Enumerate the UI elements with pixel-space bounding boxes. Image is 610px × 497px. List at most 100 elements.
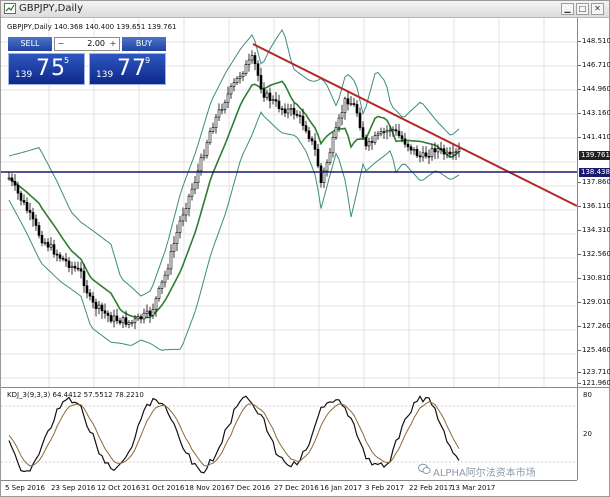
candle-body [28,210,32,213]
price-label: 121.960 [578,379,610,387]
candle-body [187,195,191,209]
price-label: 134.310 [578,226,610,234]
title-bar: GBPJPY,Daily ▁ □ ✕ [1,1,609,18]
price-axis: 148.510 146.710 144.960 143.160 141.410 … [577,18,610,387]
minimize-button[interactable]: ▁ [561,3,574,15]
lot-increase-button[interactable]: + [108,38,118,50]
candle-body [130,322,134,324]
candle-body [388,129,392,132]
bollinger-lower-band [8,111,460,351]
candle-body [358,112,362,128]
candle-body [205,142,209,156]
time-label: 3 Feb 2017 [365,484,405,492]
candle-body [403,138,407,145]
candle-body [184,208,188,216]
buy-quote[interactable]: 139 77 9 [89,53,166,85]
lot-decrease-button[interactable]: − [56,38,66,50]
candle-body [277,100,281,109]
candle-body [124,317,128,325]
candle-body [22,200,26,203]
time-label: 27 Dec 2016 [274,484,319,492]
candle-body [361,127,365,138]
candle-body [418,155,422,158]
candle-body [385,130,389,133]
candle-body [445,151,449,155]
candle-body [103,310,107,314]
candle-body [211,127,215,132]
candle-body [283,108,287,114]
candle-body [88,292,92,297]
candle-body [67,260,71,268]
candle-body [79,268,83,272]
lot-size-value[interactable]: 2.00 [69,38,105,50]
time-label: 7 Dec 2016 [230,484,271,492]
candle-body [274,99,278,102]
maximize-button[interactable]: □ [576,3,589,15]
sell-button[interactable]: SELL [8,37,52,51]
candle-body [340,112,344,119]
candle-body [370,141,374,143]
one-click-trading-panel: SELL − 2.00 + BUY 139 75 5 139 77 9 [8,37,166,85]
candle-body [157,288,161,299]
candle-body [310,138,314,142]
candle-body [151,309,155,316]
candle-body [82,270,86,287]
candle-body [73,265,77,269]
candle-body [223,102,227,110]
price-label: 130.810 [578,274,610,282]
candle-body [298,115,302,117]
sell-price-prefix: 139 [15,70,33,80]
candle-body [238,76,242,79]
candle-body [43,242,47,244]
candlesticks [7,50,461,330]
candle-body [163,274,167,283]
candle-body [145,310,149,314]
chart-window-icon [4,3,16,14]
candle-body [25,202,29,211]
sell-price-pips: 75 [36,56,66,81]
candle-body [331,137,335,154]
candle-body [133,318,137,323]
candle-body [19,192,23,201]
candle-body [421,152,425,158]
indicator-axis: 80 20 [577,388,610,480]
candle-body [52,244,56,255]
candle-body [367,141,371,147]
watermark-text: ALPHA阿尔法资本市场 [433,468,536,479]
buy-price-prefix: 139 [96,70,114,80]
candle-body [181,214,185,222]
candle-body [40,235,44,244]
candle-body [214,116,218,128]
buy-button[interactable]: BUY [122,37,166,51]
time-label: 31 Oct 2016 [141,484,185,492]
price-label: 148.510 [578,37,610,45]
candle-body [61,257,65,260]
candle-body [316,148,320,167]
candle-body [253,55,257,65]
wechat-icon [418,463,431,474]
lot-size-field[interactable]: − 2.00 + [54,37,120,51]
candle-body [346,98,350,105]
current-price-tag: 139.761 [579,151,610,160]
candle-body [391,129,395,132]
candle-body [160,281,164,289]
time-label: 16 Jan 2017 [320,484,362,492]
candle-body [355,104,359,114]
buy-price-pips: 77 [117,56,147,81]
time-label: 22 Feb 2017 [409,484,453,492]
candle-body [100,304,104,312]
candle-body [256,63,260,76]
time-label: 13 Mar 2017 [451,484,496,492]
candle-body [229,86,233,95]
candle-body [91,295,95,303]
candle-body [142,313,146,320]
resistance-trendline[interactable] [252,43,577,207]
candle-body [34,218,38,226]
close-button[interactable]: ✕ [591,3,604,15]
candle-body [436,148,440,153]
candle-body [97,304,101,309]
candle-body [289,108,293,110]
sell-quote[interactable]: 139 75 5 [8,53,85,85]
kdj-k-line [8,395,460,474]
price-label: 129.010 [578,298,610,306]
